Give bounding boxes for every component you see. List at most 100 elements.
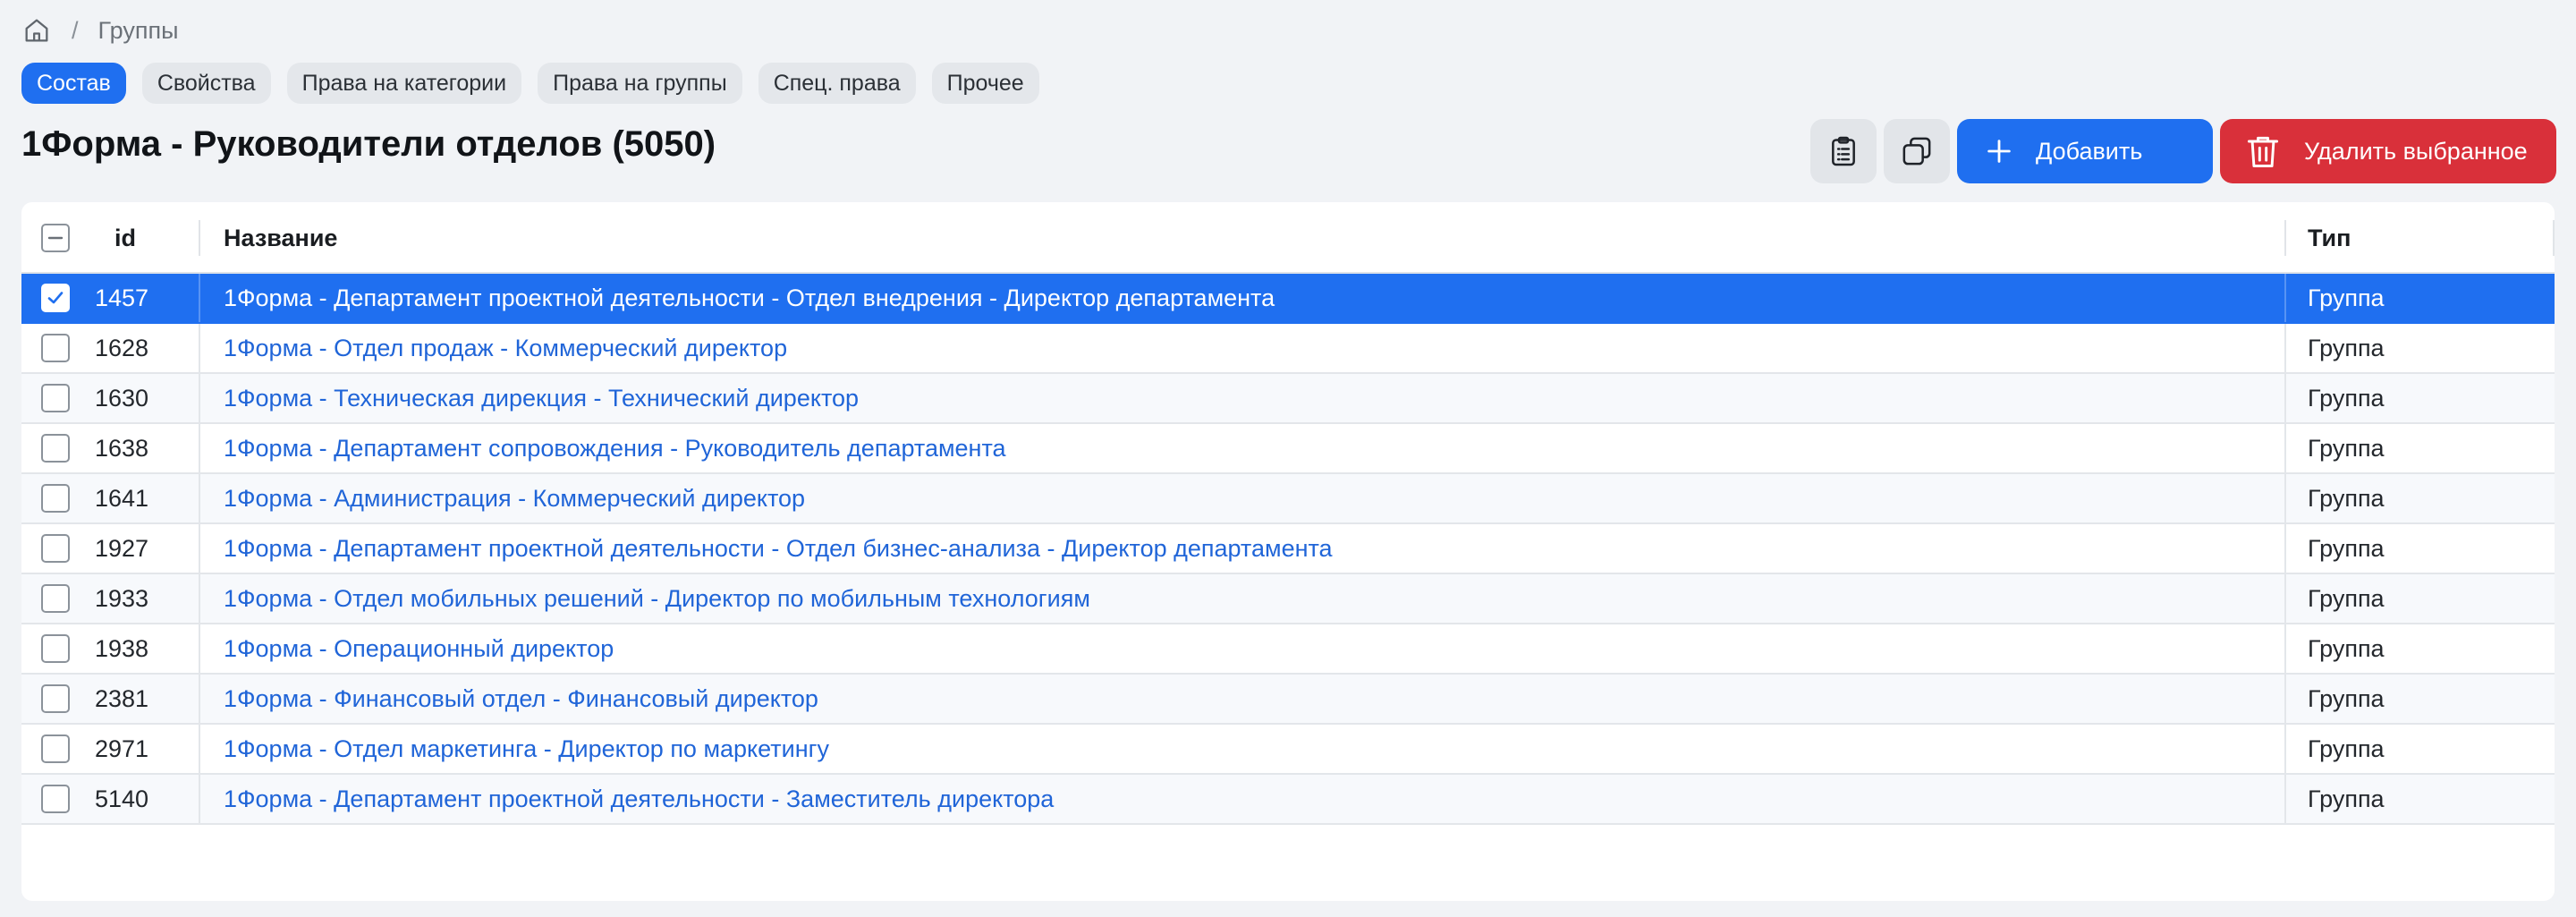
row-name-link[interactable]: 1Форма - Департамент проектной деятельно…: [224, 524, 1333, 573]
row-checkbox-cell: [41, 274, 70, 322]
cell-divider: [199, 574, 200, 623]
row-id: 1630: [95, 384, 149, 412]
tab-bar: Состав Свойства Права на категории Права…: [21, 63, 1039, 104]
row-name-link[interactable]: 1Форма - Отдел маркетинга - Директор по …: [224, 725, 829, 773]
cell-divider: [199, 424, 200, 472]
row-id: 1457: [95, 284, 149, 311]
row-checkbox[interactable]: [41, 484, 70, 513]
row-name-link[interactable]: 1Форма - Департамент проектной деятельно…: [224, 775, 1054, 823]
row-checkbox-cell: [41, 675, 70, 723]
row-checkbox-cell: [41, 524, 70, 573]
cell-divider: [199, 524, 200, 573]
tab-other[interactable]: Прочее: [931, 63, 1039, 104]
clipboard-button[interactable]: [1810, 119, 1877, 183]
breadcrumb-separator: /: [72, 16, 79, 44]
page-title: 1Форма - Руководители отделов (5050): [21, 123, 716, 164]
row-checkbox[interactable]: [41, 734, 70, 763]
table-row[interactable]: 2381 1Форма - Финансовый отдел - Финансо…: [21, 675, 2555, 725]
row-checkbox[interactable]: [41, 334, 70, 362]
table-row[interactable]: 1630 1Форма - Техническая дирекция - Тех…: [21, 374, 2555, 424]
tab-properties[interactable]: Свойства: [141, 63, 271, 104]
row-type: Группа: [2308, 484, 2385, 512]
add-button[interactable]: Добавить: [1957, 119, 2213, 183]
table-row[interactable]: 1933 1Форма - Отдел мобильных решений - …: [21, 574, 2555, 624]
row-id: 1938: [95, 634, 149, 662]
cell-divider: [199, 374, 200, 422]
row-type: Группа: [2308, 734, 2385, 762]
cell-divider: [2284, 725, 2286, 773]
row-checkbox[interactable]: [41, 785, 70, 813]
row-id: 2971: [95, 734, 149, 762]
add-button-label: Добавить: [2036, 137, 2143, 165]
row-id: 5140: [95, 785, 149, 812]
row-name-link[interactable]: 1Форма - Отдел мобильных решений - Дирек…: [224, 574, 1090, 623]
home-icon[interactable]: [21, 15, 52, 46]
row-checkbox[interactable]: [41, 684, 70, 713]
row-name-link[interactable]: 1Форма - Техническая дирекция - Техничес…: [224, 374, 859, 422]
select-all-checkbox[interactable]: [41, 224, 70, 252]
row-name-link[interactable]: 1Форма - Финансовый отдел - Финансовый д…: [224, 675, 818, 723]
copy-icon: [1899, 133, 1935, 169]
delete-button-label: Удалить выбранное: [2304, 137, 2528, 165]
column-header-name[interactable]: Название: [224, 202, 337, 274]
table-row[interactable]: 2971 1Форма - Отдел маркетинга - Директо…: [21, 725, 2555, 775]
row-checkbox-cell: [41, 374, 70, 422]
table-row[interactable]: 1628 1Форма - Отдел продаж - Коммерчески…: [21, 324, 2555, 374]
row-name-link[interactable]: 1Форма - Департамент сопровождения - Рук…: [224, 424, 1006, 472]
row-name-link[interactable]: 1Форма - Департамент проектной деятельно…: [224, 274, 1275, 322]
row-type: Группа: [2308, 284, 2385, 311]
row-checkbox-cell: [41, 775, 70, 823]
cell-divider: [199, 775, 200, 823]
cell-divider: [2284, 524, 2286, 573]
cell-divider: [2284, 574, 2286, 623]
row-checkbox[interactable]: [41, 634, 70, 663]
row-checkbox-cell: [41, 624, 70, 673]
row-name-link[interactable]: 1Форма - Отдел продаж - Коммерческий дир…: [224, 324, 787, 372]
row-type: Группа: [2308, 785, 2385, 812]
clipboard-list-icon: [1826, 133, 1861, 169]
row-type: Группа: [2308, 434, 2385, 462]
row-checkbox[interactable]: [41, 534, 70, 563]
column-header-type[interactable]: Тип: [2308, 202, 2351, 274]
table-row[interactable]: 1927 1Форма - Департамент проектной деят…: [21, 524, 2555, 574]
column-divider: [2553, 220, 2555, 256]
cell-divider: [2284, 675, 2286, 723]
cell-divider: [2284, 324, 2286, 372]
row-checkbox[interactable]: [41, 384, 70, 412]
row-name-link[interactable]: 1Форма - Администрация - Коммерческий ди…: [224, 474, 805, 522]
row-name-link[interactable]: 1Форма - Операционный директор: [224, 624, 614, 673]
table-row[interactable]: 5140 1Форма - Департамент проектной деят…: [21, 775, 2555, 825]
cell-divider: [199, 675, 200, 723]
cell-divider: [199, 474, 200, 522]
tab-special-rights[interactable]: Спец. права: [758, 63, 916, 104]
copy-button[interactable]: [1884, 119, 1950, 183]
members-table: id Название Тип 1457 1Форма - Департамен…: [21, 202, 2555, 901]
table-row[interactable]: 1457 1Форма - Департамент проектной деят…: [21, 274, 2555, 324]
row-type: Группа: [2308, 334, 2385, 361]
table-header: id Название Тип: [21, 202, 2555, 274]
column-header-id[interactable]: id: [114, 202, 136, 274]
table-body: 1457 1Форма - Департамент проектной деят…: [21, 274, 2555, 825]
table-row[interactable]: 1641 1Форма - Администрация - Коммерческ…: [21, 474, 2555, 524]
row-type: Группа: [2308, 534, 2385, 562]
tab-composition[interactable]: Состав: [21, 63, 126, 104]
cell-divider: [199, 725, 200, 773]
delete-selected-button[interactable]: Удалить выбранное: [2220, 119, 2556, 183]
cell-divider: [199, 624, 200, 673]
row-checkbox[interactable]: [41, 434, 70, 463]
row-type: Группа: [2308, 684, 2385, 712]
row-id: 1638: [95, 434, 149, 462]
cell-divider: [2284, 274, 2286, 322]
tab-category-rights[interactable]: Права на категории: [286, 63, 522, 104]
row-id: 2381: [95, 684, 149, 712]
row-id: 1641: [95, 484, 149, 512]
row-checkbox-cell: [41, 474, 70, 522]
row-id: 1933: [95, 584, 149, 612]
table-row[interactable]: 1638 1Форма - Департамент сопровождения …: [21, 424, 2555, 474]
row-checkbox[interactable]: [41, 584, 70, 613]
tab-group-rights[interactable]: Права на группы: [538, 63, 742, 104]
breadcrumb: / Группы: [21, 13, 178, 48]
table-row[interactable]: 1938 1Форма - Операционный директор Груп…: [21, 624, 2555, 675]
select-all-cell: [41, 202, 70, 274]
row-checkbox[interactable]: [41, 284, 70, 312]
